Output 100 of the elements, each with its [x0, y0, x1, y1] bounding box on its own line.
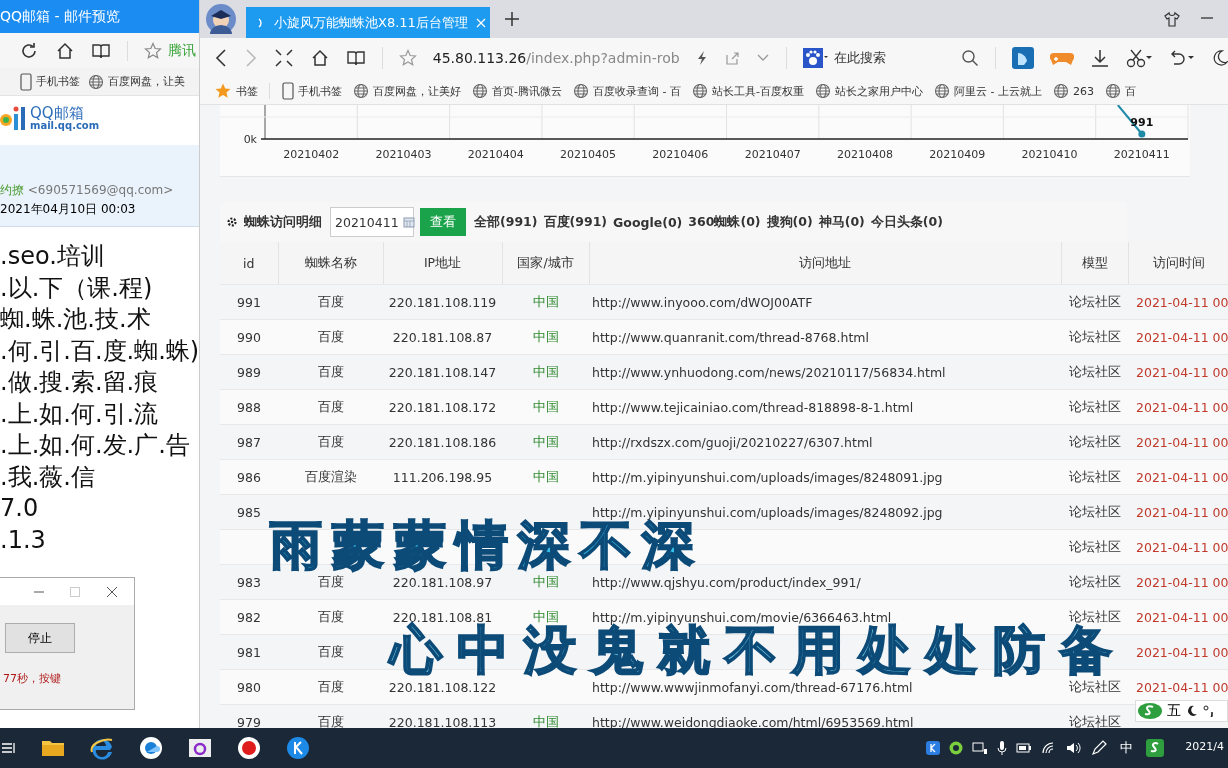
- table-cell: 论坛社区: [1061, 564, 1128, 600]
- globe-icon[interactable]: [814, 83, 831, 99]
- share-icon[interactable]: [723, 50, 740, 66]
- avatar-icon[interactable]: [206, 4, 236, 34]
- table-cell: 百度: [278, 424, 383, 460]
- pen-icon[interactable]: [1091, 740, 1108, 756]
- filter-link[interactable]: 神马(0): [818, 213, 865, 231]
- record-icon[interactable]: [237, 736, 261, 760]
- table-cell: 988: [220, 389, 278, 425]
- home-icon[interactable]: [55, 40, 75, 61]
- close-icon[interactable]: [106, 585, 118, 598]
- table-cell: 220.181.108.186: [383, 424, 502, 460]
- bookmark-item[interactable]: 手机书签: [298, 83, 342, 99]
- star-icon[interactable]: [214, 82, 232, 100]
- bookmark-item[interactable]: 书签: [236, 83, 258, 99]
- filter-link[interactable]: 360蜘蛛(0): [688, 213, 761, 231]
- filter-link[interactable]: 全部(991): [474, 213, 538, 231]
- reload-icon[interactable]: [19, 40, 39, 61]
- star-icon[interactable]: [398, 49, 417, 67]
- clock[interactable]: 2021/4: [1185, 740, 1224, 757]
- filter-link[interactable]: 搜狗(0): [766, 213, 813, 231]
- bookmark-item[interactable]: 站长工具-百度权重: [711, 83, 804, 99]
- axis-tick-label: 0k: [243, 133, 257, 146]
- globe-icon[interactable]: [88, 73, 104, 90]
- axis-tick-label: 20210405: [560, 148, 617, 161]
- mail-text-line: .上.如.何.发.广.告: [0, 430, 190, 461]
- cloud-app-icon[interactable]: [139, 736, 163, 760]
- microphone-icon[interactable]: [997, 740, 1008, 756]
- bookmark-item[interactable]: 263: [1072, 84, 1094, 98]
- table-cell: 220.181.108.119: [383, 284, 502, 320]
- globe-icon[interactable]: [691, 83, 708, 99]
- network-tray-icon[interactable]: [972, 741, 989, 755]
- k-tray-icon[interactable]: [926, 741, 941, 755]
- phone-icon[interactable]: [20, 72, 32, 91]
- table-cell: 中国: [502, 424, 589, 460]
- table-cell: 中国: [502, 319, 589, 355]
- bird-app-icon[interactable]: [1012, 47, 1034, 69]
- browser-e-icon[interactable]: [90, 736, 114, 760]
- table-cell: 百度: [278, 634, 383, 670]
- axis-tick-label: 20210406: [652, 148, 709, 161]
- search-field[interactable]: 在此搜索: [834, 49, 887, 67]
- search-icon[interactable]: [961, 49, 980, 67]
- volume-icon[interactable]: [1066, 741, 1083, 755]
- home-icon[interactable]: [310, 48, 330, 68]
- mail-text-line: .我.薇.信: [0, 461, 95, 493]
- column-header: 模型: [1061, 242, 1128, 285]
- table-cell: 2021-04-11 00: [1128, 529, 1228, 565]
- star-icon[interactable]: [144, 41, 162, 60]
- bookmark-item[interactable]: 首页-腾讯微云: [492, 83, 562, 99]
- table-cell: 中国: [502, 389, 589, 425]
- editor-app-icon[interactable]: [188, 738, 212, 758]
- table-cell: 论坛社区: [1061, 494, 1128, 530]
- new-tab-icon[interactable]: [504, 11, 520, 27]
- globe-icon[interactable]: [353, 83, 369, 99]
- bookmark-item[interactable]: 百度收录查询 - 百: [593, 83, 681, 99]
- globe-icon[interactable]: [933, 83, 950, 99]
- chevron-icon[interactable]: [755, 53, 770, 63]
- mail-text-line: 蜘.蛛.池.技.术: [0, 304, 151, 335]
- k-app-icon[interactable]: [286, 736, 310, 760]
- table-cell: 2021-04-11 00: [1128, 494, 1228, 530]
- task-view-icon[interactable]: [2, 741, 16, 755]
- status-tray-icon[interactable]: [949, 741, 964, 755]
- bookmark-item[interactable]: 百: [1124, 83, 1136, 99]
- globe-icon[interactable]: [573, 83, 589, 99]
- filter-link[interactable]: 今日头条(0): [870, 213, 943, 231]
- globe-icon[interactable]: [472, 83, 488, 99]
- scissors-icon[interactable]: [1126, 48, 1152, 68]
- folder-icon[interactable]: [41, 738, 65, 758]
- table-cell: http://www.quanranit.com/thread-8768.html: [589, 319, 1061, 355]
- book-icon[interactable]: [346, 48, 366, 68]
- fullscreen-icon[interactable]: [274, 48, 294, 68]
- mail-text-line: .上.如.何.引.流: [0, 398, 159, 430]
- table-cell: http://www.tejicainiao.com/thread-818898-8-1.html: [589, 389, 1061, 425]
- globe-icon[interactable]: [1052, 83, 1069, 99]
- shirt-icon[interactable]: [1164, 11, 1180, 27]
- column-header: id: [220, 242, 278, 285]
- globe-icon[interactable]: [1104, 83, 1121, 99]
- ime-tray-icon[interactable]: [1146, 739, 1165, 757]
- bookmark-item[interactable]: 手机书签: [36, 74, 80, 89]
- filter-link[interactable]: Google(0): [613, 214, 683, 230]
- bookmark-item[interactable]: 百度网盘，让美: [108, 74, 185, 89]
- bookmark-item[interactable]: 阿里云 - 上云就上: [953, 83, 1042, 99]
- bookmark-item[interactable]: 站长之家用户中心: [834, 83, 923, 99]
- table-cell: 中国: [502, 354, 589, 390]
- back-icon[interactable]: [214, 48, 228, 68]
- filter-link[interactable]: 百度(991): [543, 213, 608, 231]
- table-cell: 986: [220, 459, 278, 495]
- paw-icon[interactable]: [802, 47, 829, 69]
- stop-button[interactable]: 停止: [5, 623, 75, 653]
- table-cell: 百度: [278, 389, 383, 425]
- address-field[interactable]: 45.80.113.26/index.php?admin-rob: [432, 49, 680, 67]
- input-language[interactable]: 中: [1120, 739, 1134, 757]
- download-icon[interactable]: [1090, 48, 1110, 68]
- phone-icon[interactable]: [282, 82, 294, 100]
- sender-name: 约撩: [0, 183, 24, 197]
- table-cell: 百度: [278, 354, 383, 390]
- lightning-icon[interactable]: [695, 50, 708, 66]
- bookmark-item[interactable]: 百度网盘，让美好: [373, 83, 461, 99]
- section-title: 蜘蛛访问明细: [244, 213, 322, 231]
- date-field[interactable]: 20210411: [330, 207, 414, 237]
